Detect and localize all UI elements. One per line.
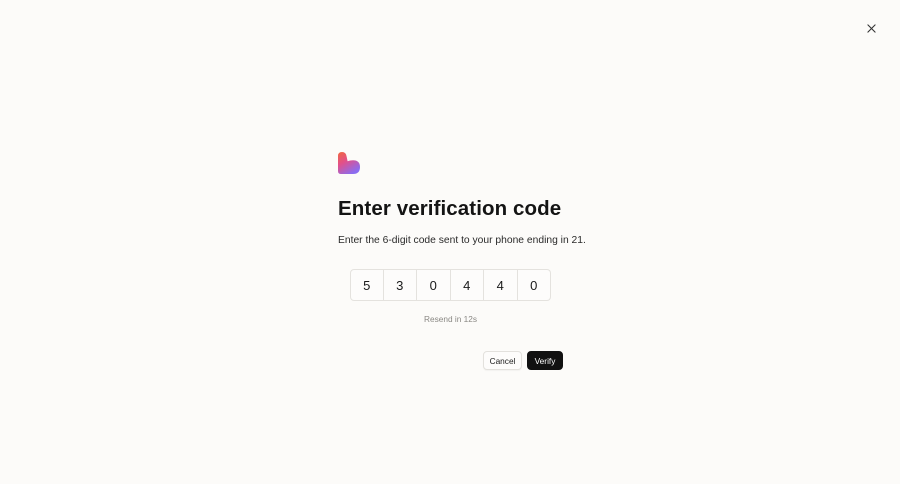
dialog-actions: Cancel Verify [483, 351, 563, 370]
instruction-text: Enter the 6-digit code sent to your phon… [338, 235, 586, 246]
verify-button[interactable]: Verify [527, 351, 563, 370]
close-button[interactable] [864, 21, 879, 36]
otp-digit-1[interactable]: 5 [350, 269, 384, 301]
verification-dialog: Enter verification code Enter the 6-digi… [338, 152, 586, 370]
otp-digit-5[interactable]: 4 [484, 269, 518, 301]
page-title: Enter verification code [338, 197, 562, 220]
otp-digit-3[interactable]: 0 [417, 269, 451, 301]
otp-digit-6[interactable]: 0 [517, 269, 551, 301]
resend-countdown: Resend in 12s [423, 314, 478, 324]
otp-digit-4[interactable]: 4 [450, 269, 484, 301]
close-icon [867, 24, 876, 33]
cancel-button[interactable]: Cancel [483, 351, 522, 370]
otp-input-group: 5 3 0 4 4 0 [350, 269, 551, 301]
otp-digit-2[interactable]: 3 [383, 269, 417, 301]
heart-logo-icon [338, 152, 360, 174]
